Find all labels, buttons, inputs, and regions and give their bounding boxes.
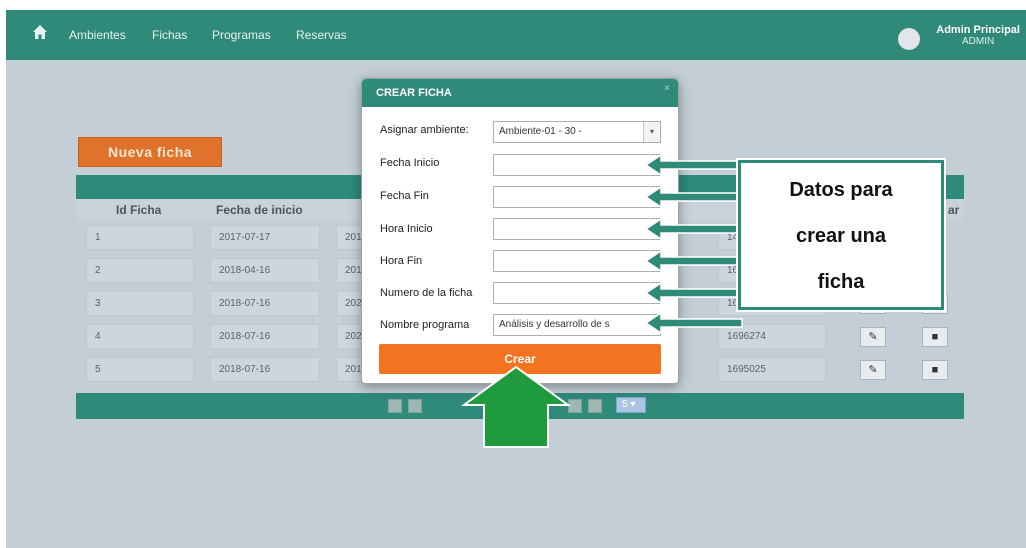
arrow-hora-fin bbox=[644, 249, 739, 273]
callout-line-2: crear una bbox=[795, 225, 887, 247]
callout-line-3: ficha bbox=[817, 271, 865, 293]
arrow-hora-inicio bbox=[644, 217, 739, 241]
arrow-numero-ficha bbox=[644, 281, 739, 305]
arrow-nombre-programa bbox=[644, 311, 743, 335]
callout-line-1: Datos para bbox=[789, 179, 893, 201]
app-screen: Ambientes Fichas Programas Reservas Admi… bbox=[6, 10, 1026, 548]
arrow-fecha-inicio bbox=[644, 153, 743, 177]
annotation-callout: Datos para crear una ficha bbox=[738, 160, 944, 310]
arrow-fecha-fin bbox=[644, 185, 739, 209]
arrow-up-crear bbox=[460, 365, 572, 448]
